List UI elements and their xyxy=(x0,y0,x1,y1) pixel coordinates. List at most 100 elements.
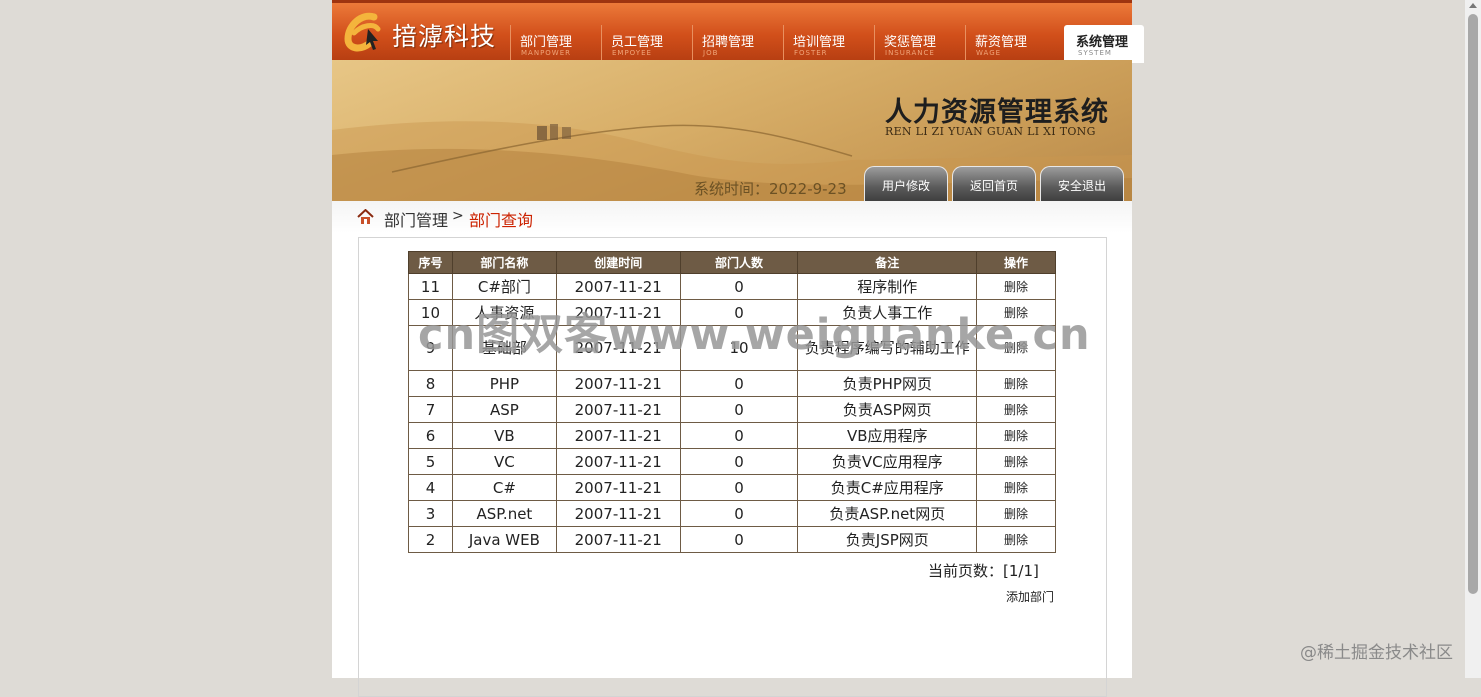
nav-item-label: 奖惩管理 xyxy=(884,35,937,50)
cell-created: 2007-11-21 xyxy=(555,422,681,449)
cell-created: 2007-11-21 xyxy=(555,448,681,475)
nav-item-label: 员工管理 xyxy=(611,35,664,50)
cell-name: VC xyxy=(451,448,557,475)
col-header-action: 操作 xyxy=(976,251,1056,274)
nav-item-4[interactable]: 奖惩管理 INSURANCE xyxy=(874,25,965,63)
delete-link[interactable]: 删除 xyxy=(976,396,1056,423)
delete-link[interactable]: 删除 xyxy=(976,273,1056,300)
cell-created: 2007-11-21 xyxy=(555,474,681,501)
cell-id: 2 xyxy=(408,526,453,553)
nav-item-6[interactable]: 系统管理 SYSTEM xyxy=(1064,25,1144,63)
system-time-value: 2022-9-23 xyxy=(769,180,847,198)
cell-count: 0 xyxy=(679,500,799,527)
nav-item-0[interactable]: 部门管理 MANPOWER xyxy=(510,25,601,63)
nav-item-5[interactable]: 薪资管理 WAGE xyxy=(965,25,1056,63)
delete-link[interactable]: 删除 xyxy=(976,500,1056,527)
cell-id: 6 xyxy=(408,422,453,449)
cell-id: 3 xyxy=(408,500,453,527)
cell-name: ASP xyxy=(451,396,557,423)
logo-e-icon xyxy=(344,12,381,52)
delete-link[interactable]: 删除 xyxy=(976,474,1056,501)
nav-item-sublabel: JOB xyxy=(703,49,719,57)
table-header-row: 序号 部门名称 创建时间 部门人数 备注 操作 xyxy=(408,251,1056,274)
edit-user-button[interactable]: 用户修改 xyxy=(864,166,948,201)
cell-note: 负责C#应用程序 xyxy=(797,474,978,501)
table-row: 3 ASP.net 2007-11-21 0 负责ASP.net网页 删除 xyxy=(408,500,1056,527)
col-header-id: 序号 xyxy=(408,251,453,274)
cell-note: VB应用程序 xyxy=(797,422,978,449)
table-row: 4 C# 2007-11-21 0 负责C#应用程序 删除 xyxy=(408,474,1056,501)
nav-item-2[interactable]: 招聘管理 JOB xyxy=(692,25,783,63)
cell-created: 2007-11-21 xyxy=(555,273,681,300)
watermark-corner: @稀土掘金技术社区 xyxy=(1300,643,1453,663)
breadcrumb-current[interactable]: 部门查询 xyxy=(469,207,533,231)
delete-link[interactable]: 删除 xyxy=(976,422,1056,449)
system-time: 系统时间：2022-9-23 xyxy=(694,178,847,199)
cell-note: 程序制作 xyxy=(797,273,978,300)
delete-link[interactable]: 删除 xyxy=(976,526,1056,553)
cell-note: 负责VC应用程序 xyxy=(797,448,978,475)
nav-item-1[interactable]: 员工管理 EMPOYEE xyxy=(601,25,692,63)
cell-created: 2007-11-21 xyxy=(555,370,681,397)
company-name: 揞滹科技 xyxy=(392,22,497,51)
banner: 人力资源管理系统 REN LI ZI YUAN GUAN LI XI TONG … xyxy=(332,60,1132,201)
table-row: 2 Java WEB 2007-11-21 0 负责JSP网页 删除 xyxy=(408,526,1056,553)
nav-item-sublabel: MANPOWER xyxy=(521,49,572,57)
cell-name: C#部门 xyxy=(451,273,557,300)
cell-name: ASP.net xyxy=(451,500,557,527)
nav-item-sublabel: INSURANCE xyxy=(885,49,935,57)
col-header-count: 部门人数 xyxy=(679,251,799,274)
cell-note: 负责JSP网页 xyxy=(797,526,978,553)
cell-note: 负责PHP网页 xyxy=(797,370,978,397)
back-home-button[interactable]: 返回首页 xyxy=(952,166,1036,201)
cell-count: 0 xyxy=(679,526,799,553)
cell-id: 8 xyxy=(408,370,453,397)
breadcrumb: 部门管理 > 部门查询 xyxy=(332,201,1132,233)
cell-created: 2007-11-21 xyxy=(555,500,681,527)
table-row: 11 C#部门 2007-11-21 0 程序制作 删除 xyxy=(408,273,1056,300)
cell-name: C# xyxy=(451,474,557,501)
top-navigation-bar: 揞滹科技 部门管理 MANPOWER 员工管理 EMPOYEE 招聘管理 JOB 培训管理 F… xyxy=(332,0,1144,63)
pager-label: 当前页数： xyxy=(928,562,1004,580)
cell-note: 负责ASP网页 xyxy=(797,396,978,423)
watermark-center: cn图双客www.weiguanke.cn xyxy=(418,310,1091,360)
table-row: 7 ASP 2007-11-21 0 负责ASP网页 删除 xyxy=(408,396,1056,423)
nav-item-label: 培训管理 xyxy=(793,35,846,50)
cell-count: 0 xyxy=(679,422,799,449)
logo[interactable]: 揞滹科技 xyxy=(340,9,500,55)
cell-created: 2007-11-21 xyxy=(555,396,681,423)
cell-name: PHP xyxy=(451,370,557,397)
cell-count: 0 xyxy=(679,370,799,397)
cell-count: 0 xyxy=(679,273,799,300)
scroll-thumb[interactable] xyxy=(1468,14,1478,594)
table-row: 8 PHP 2007-11-21 0 负责PHP网页 删除 xyxy=(408,370,1056,397)
cell-note: 负责ASP.net网页 xyxy=(797,500,978,527)
system-time-label: 系统时间： xyxy=(694,180,770,198)
nav-item-sublabel: WAGE xyxy=(976,49,1002,57)
nav-item-3[interactable]: 培训管理 FOSTER xyxy=(783,25,874,63)
nav-item-label: 部门管理 xyxy=(520,35,573,50)
col-header-created: 创建时间 xyxy=(555,251,681,274)
col-header-note: 备注 xyxy=(797,251,978,274)
cell-count: 0 xyxy=(679,474,799,501)
delete-link[interactable]: 删除 xyxy=(976,448,1056,475)
breadcrumb-section[interactable]: 部门管理 xyxy=(384,207,448,231)
scroll-up-icon[interactable] xyxy=(1469,3,1477,8)
cell-created: 2007-11-21 xyxy=(555,526,681,553)
add-department-link[interactable]: 添加部门 xyxy=(1006,588,1054,605)
pager-value: [1/1] xyxy=(1003,562,1039,580)
main-nav: 部门管理 MANPOWER 员工管理 EMPOYEE 招聘管理 JOB 培训管理 FOSTER… xyxy=(510,25,1144,63)
cell-id: 7 xyxy=(408,396,453,423)
cell-id: 4 xyxy=(408,474,453,501)
delete-link[interactable]: 删除 xyxy=(976,370,1056,397)
logout-button[interactable]: 安全退出 xyxy=(1040,166,1124,201)
cell-count: 0 xyxy=(679,448,799,475)
table-row: 5 VC 2007-11-21 0 负责VC应用程序 删除 xyxy=(408,448,1056,475)
cell-id: 5 xyxy=(408,448,453,475)
cell-count: 0 xyxy=(679,396,799,423)
breadcrumb-separator: > xyxy=(452,208,464,224)
cell-name: VB xyxy=(451,422,557,449)
page-scrollbar[interactable] xyxy=(1465,0,1481,678)
nav-item-sublabel: SYSTEM xyxy=(1078,49,1112,57)
nav-item-label: 招聘管理 xyxy=(702,35,755,50)
